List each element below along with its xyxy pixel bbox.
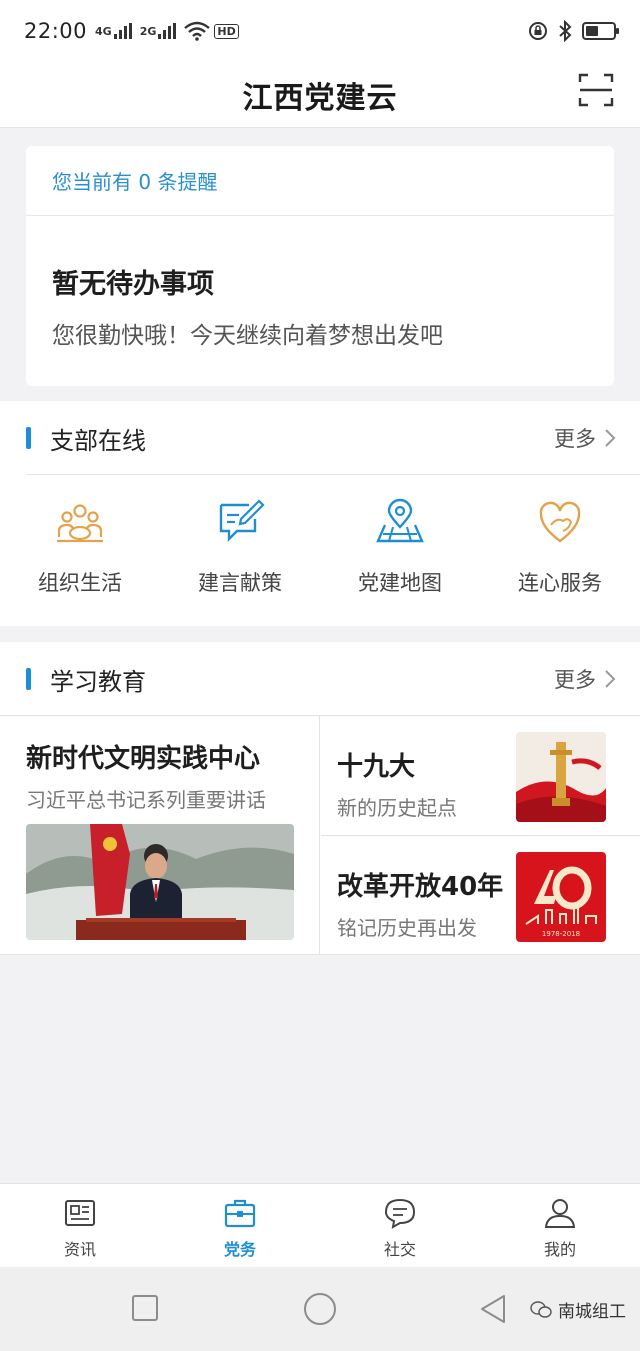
speech-photo	[26, 824, 294, 940]
todo-subtitle: 您很勤快哦！今天继续向着梦想出发吧	[52, 323, 443, 349]
suggestion-edit-icon	[219, 499, 265, 542]
card-title: 改革开放40年	[337, 872, 504, 902]
section-title: 支部在线	[50, 426, 146, 455]
section-accent-bar	[26, 427, 31, 449]
watermark: 南城组工	[530, 1297, 626, 1322]
lock-rotation-icon	[529, 22, 547, 40]
heart-service-label: 连心服务	[518, 571, 602, 595]
section-accent-bar	[26, 668, 31, 690]
reform-40-thumbnail: 1978-2018	[516, 852, 606, 942]
tab-social-label: 社交	[383, 1240, 416, 1259]
more-link[interactable]: 更多	[554, 664, 616, 694]
org-life-item[interactable]: 组织生活	[0, 497, 160, 597]
study-grid: 新时代文明实践中心 习近平总书记系列重要讲话 十九大 新的历史起点 改革开放40…	[0, 715, 640, 955]
network-2g-label: 2G	[139, 24, 157, 38]
todo-title: 暂无待办事项	[52, 269, 214, 300]
chat-bubble-icon	[384, 1198, 416, 1229]
heart-hands-icon	[539, 501, 581, 543]
more-label: 更多	[554, 668, 596, 692]
card-subtitle: 铭记历史再出发	[337, 916, 477, 940]
briefcase-icon	[224, 1199, 256, 1228]
signal-bars-2-icon	[158, 23, 177, 39]
card-title: 新时代文明实践中心	[26, 744, 261, 774]
map-pin-icon	[376, 498, 424, 543]
back-icon[interactable]	[478, 1293, 508, 1325]
network-4g-label: 4G	[95, 24, 112, 38]
wifi-icon	[184, 21, 211, 41]
nineteenth-congress-card[interactable]: 十九大 新的历史起点	[321, 716, 640, 836]
app-header: 江西党建云	[0, 62, 640, 128]
org-life-label: 组织生活	[38, 571, 122, 595]
tab-profile-label: 我的	[543, 1240, 576, 1259]
wechat-logo-icon	[530, 1300, 552, 1318]
bluetooth-icon	[559, 20, 572, 42]
branch-online-section: 支部在线 更多 组织生活 建言献策 党建地图 连心服务	[0, 401, 640, 626]
status-time: 22:00	[24, 19, 88, 43]
tab-news-label: 资讯	[63, 1240, 96, 1259]
tab-party-affairs[interactable]: 党务	[160, 1184, 320, 1267]
reminder-count-text[interactable]: 您当前有 0 条提醒	[26, 146, 614, 216]
home-icon[interactable]	[304, 1293, 336, 1325]
suggestion-item[interactable]: 建言献策	[160, 497, 320, 597]
recent-apps-icon[interactable]	[132, 1295, 158, 1321]
reminder-card[interactable]: 您当前有 0 条提醒 暂无待办事项 您很勤快哦！今天继续向着梦想出发吧	[26, 146, 614, 386]
card-title: 十九大	[337, 752, 416, 782]
card-subtitle: 习近平总书记系列重要讲话	[26, 788, 266, 812]
heart-service-item[interactable]: 连心服务	[480, 497, 640, 597]
chevron-right-icon	[605, 429, 616, 447]
reform-40-years-card[interactable]: 改革开放40年 铭记历史再出发 1978-2018	[321, 836, 640, 956]
system-nav-bar: 南城组工	[0, 1267, 640, 1351]
more-label: 更多	[554, 427, 596, 451]
party-map-item[interactable]: 党建地图	[320, 497, 480, 597]
group-meeting-icon	[57, 504, 103, 543]
study-education-section: 学习教育 更多 新时代文明实践中心 习近平总书记系列重要讲话 十九大 新的历史起…	[0, 642, 640, 955]
section-header: 支部在线 更多	[0, 401, 640, 475]
user-icon	[544, 1199, 576, 1228]
page-title: 江西党建云	[242, 80, 398, 116]
tab-profile[interactable]: 我的	[480, 1184, 640, 1267]
divider	[26, 474, 640, 475]
tab-party-affairs-label: 党务	[223, 1240, 256, 1259]
reform-badge-text: 1978-2018	[542, 930, 580, 938]
newspaper-icon	[65, 1200, 95, 1226]
hd-badge: HD	[214, 23, 239, 39]
bottom-tab-bar: 资讯 党务 社交 我的	[0, 1183, 640, 1267]
scan-icon[interactable]	[578, 72, 614, 108]
battery-icon	[582, 22, 619, 40]
tab-news[interactable]: 资讯	[0, 1184, 160, 1267]
congress-thumbnail	[516, 732, 606, 822]
watermark-text: 南城组工	[558, 1302, 626, 1322]
status-bar: 22:00 4G 2G HD	[0, 0, 640, 62]
chevron-right-icon	[605, 670, 616, 688]
party-map-label: 党建地图	[358, 571, 442, 595]
tab-social[interactable]: 社交	[320, 1184, 480, 1267]
section-title: 学习教育	[50, 667, 146, 696]
card-subtitle: 新的历史起点	[337, 796, 457, 820]
branch-grid: 组织生活 建言献策 党建地图 连心服务	[0, 497, 640, 597]
suggestion-label: 建言献策	[198, 571, 282, 595]
more-link[interactable]: 更多	[554, 423, 616, 453]
section-header: 学习教育 更多	[0, 642, 640, 716]
signal-bars-icon	[113, 23, 132, 39]
civilization-center-card[interactable]: 新时代文明实践中心 习近平总书记系列重要讲话	[0, 716, 320, 955]
